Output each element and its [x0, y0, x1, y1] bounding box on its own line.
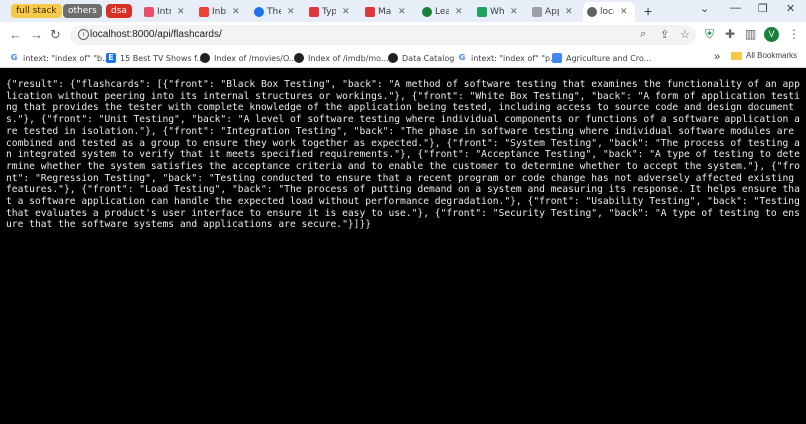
extensions-icon[interactable]: ✚ — [725, 27, 735, 41]
tab-title: loca — [600, 7, 614, 17]
close-tab-icon[interactable]: ✕ — [398, 7, 406, 17]
browser-tab[interactable]: Mai ✕ — [361, 2, 413, 22]
bookmark-label: 15 Best TV Shows f... — [120, 53, 205, 63]
google-icon: G — [458, 53, 466, 62]
json-response-text: {"result": {"flashcards": [{"front": "Bl… — [6, 79, 806, 231]
tab-title: The — [267, 7, 281, 17]
new-tab-button[interactable]: + — [644, 3, 652, 19]
browser-tab[interactable]: App ✕ — [528, 2, 580, 22]
forward-icon[interactable]: → — [30, 27, 43, 42]
page-content: {"result": {"flashcards": [{"front": "Bl… — [0, 69, 806, 424]
tab-title: Mai — [378, 7, 392, 17]
bookmarks-bar: G intext: "index of" "b... E 15 Best TV … — [0, 48, 806, 68]
bookmark-label: Agriculture and Cro... — [566, 53, 652, 63]
browser-tab[interactable]: Lea ✕ — [418, 2, 470, 22]
tab-strip: full stack others dsa Intr ✕ Inb ✕ The ✕… — [0, 0, 806, 22]
gwent-icon — [365, 7, 375, 17]
close-window-icon[interactable]: ✕ — [786, 2, 795, 15]
tab-group-others[interactable]: others — [63, 4, 102, 18]
browser-tab[interactable]: Inb ✕ — [195, 2, 247, 22]
s-icon — [144, 7, 154, 17]
browser-toolbar: ← → ↻ i localhost:8000/api/flashcards/ ⌕… — [0, 22, 806, 48]
tab-group-full-stack[interactable]: full stack — [11, 4, 62, 18]
bookmark-item[interactable]: Index of /movies/O... — [200, 51, 297, 65]
tab-title: Lea — [435, 7, 449, 17]
bookmark-item[interactable]: G intext: "index of" "b... — [9, 51, 110, 65]
puzzle-icon — [532, 7, 542, 17]
bookmark-label: Index of /imdb/mo... — [308, 53, 389, 63]
tab-title: Typ — [322, 7, 336, 17]
globe-icon — [200, 53, 210, 63]
url-text[interactable]: localhost:8000/api/flashcards/ — [90, 29, 222, 40]
close-tab-icon[interactable]: ✕ — [620, 7, 628, 17]
browser-tab[interactable]: The ✕ — [250, 2, 302, 22]
avatar[interactable]: V — [764, 27, 779, 42]
gwent-icon — [309, 7, 319, 17]
all-bookmarks-label: All Bookmarks — [746, 51, 798, 60]
close-tab-icon[interactable]: ✕ — [342, 7, 350, 17]
google-icon: G — [10, 53, 18, 62]
reload-icon[interactable]: ↻ — [50, 27, 61, 43]
browser-tab[interactable]: Typ ✕ — [305, 2, 357, 22]
ie-icon: E — [106, 53, 116, 63]
browser-tab[interactable]: Wh ✕ — [473, 2, 525, 22]
globe-icon — [587, 7, 597, 17]
bookmark-label: intext: "index of" "p... — [471, 53, 558, 63]
globe-icon — [388, 53, 398, 63]
doc-icon — [552, 53, 562, 63]
bookmark-item[interactable]: Data Catalog — [388, 51, 454, 65]
tab-group-dsa[interactable]: dsa — [106, 4, 132, 18]
close-tab-icon[interactable]: ✕ — [455, 7, 463, 17]
bookmarks-overflow-button[interactable]: » — [714, 51, 720, 63]
tab-title: Inb — [212, 7, 226, 17]
minimize-icon[interactable]: — — [730, 2, 741, 14]
bookmark-item[interactable]: E 15 Best TV Shows f... — [106, 51, 204, 65]
leaf-icon — [422, 7, 432, 17]
tab-title: Intr — [157, 7, 171, 17]
share-icon[interactable]: ⇪ — [660, 28, 669, 41]
bookmark-label: Data Catalog — [402, 53, 455, 63]
restore-icon[interactable]: ❐ — [758, 2, 768, 15]
bookmark-item[interactable]: G intext: "index of" "p... — [457, 51, 558, 65]
folder-icon — [731, 51, 742, 60]
menu-icon[interactable]: ⋮ — [788, 27, 800, 41]
gmail-icon — [199, 7, 209, 17]
zoom-icon[interactable]: ⌕ — [640, 28, 646, 41]
site-info-icon[interactable]: i — [78, 29, 89, 40]
close-tab-icon[interactable]: ✕ — [287, 7, 295, 17]
back-icon[interactable]: ← — [9, 27, 22, 42]
address-bar[interactable]: i localhost:8000/api/flashcards/ ⌕ ⇪ ☆ — [70, 25, 696, 45]
close-tab-icon[interactable]: ✕ — [232, 7, 240, 17]
thumbtack-icon — [254, 7, 264, 17]
all-bookmarks-button[interactable]: All Bookmarks — [731, 51, 797, 60]
tab-title: App — [545, 7, 559, 17]
bookmark-star-icon[interactable]: ☆ — [680, 28, 690, 41]
bookmark-label: intext: "index of" "b... — [23, 53, 110, 63]
side-panel-icon[interactable]: ▥ — [745, 27, 756, 41]
k-icon — [477, 7, 487, 17]
browser-tab-active[interactable]: loca ✕ — [583, 2, 635, 22]
close-tab-icon[interactable]: ✕ — [177, 7, 185, 17]
close-tab-icon[interactable]: ✕ — [510, 7, 518, 17]
shield-icon[interactable]: ⛨ — [705, 27, 714, 42]
close-tab-icon[interactable]: ✕ — [565, 7, 573, 17]
browser-tab[interactable]: Intr ✕ — [140, 2, 192, 22]
tab-search-icon[interactable]: ⌄ — [700, 2, 709, 15]
bookmark-label: Index of /movies/O... — [214, 53, 297, 63]
bookmark-item[interactable]: Index of /imdb/mo... — [294, 51, 389, 65]
globe-icon — [294, 53, 304, 63]
tab-title: Wh — [490, 7, 504, 17]
bookmark-item[interactable]: Agriculture and Cro... — [552, 51, 651, 65]
